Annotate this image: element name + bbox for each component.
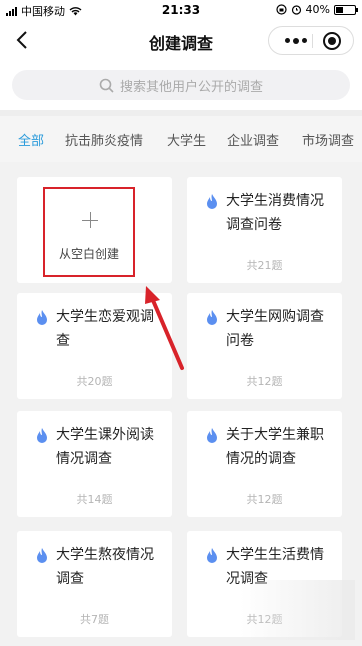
question-count: 共14题 — [76, 493, 113, 506]
status-bar: 中国移动 21:33 40% — [0, 0, 362, 20]
fire-icon — [37, 310, 47, 325]
orientation-lock-icon — [275, 4, 287, 15]
template-title: 大学生熬夜情况调查 — [56, 547, 154, 587]
fire-icon — [37, 548, 47, 563]
category-tabs: 全部 抗击肺炎疫情 大学生 企业调查 市场调查 — [0, 116, 362, 162]
more-icon[interactable] — [281, 27, 311, 54]
fire-icon — [37, 428, 47, 443]
search-placeholder: 搜索其他用户公开的调查 — [119, 79, 263, 95]
template-card[interactable]: 大学生消费情况调查问卷 共21题 — [187, 177, 342, 283]
tab-college-students[interactable]: 大学生 — [167, 130, 206, 149]
fire-icon — [207, 194, 217, 209]
search-icon — [99, 78, 114, 93]
template-card[interactable]: 大学生熬夜情况调查 共7题 — [17, 531, 172, 637]
mini-program-capsule — [268, 26, 354, 55]
question-count: 共20题 — [76, 375, 113, 388]
battery-percent: 40% — [305, 3, 330, 16]
close-mini-program-icon[interactable] — [323, 32, 341, 50]
tab-all[interactable]: 全部 — [18, 130, 44, 149]
tab-covid[interactable]: 抗击肺炎疫情 — [65, 130, 143, 149]
create-blank-label: 从空白创建 — [58, 247, 119, 261]
template-title: 大学生消费情况调查问卷 — [226, 193, 324, 233]
navigation-bar: 创建调查 — [0, 20, 362, 60]
template-title: 关于大学生兼职情况的调查 — [226, 427, 324, 467]
template-title: 大学生课外阅读情况调查 — [56, 427, 154, 467]
capsule-divider — [312, 34, 313, 48]
tab-enterprise[interactable]: 企业调查 — [227, 130, 279, 149]
template-card[interactable]: 关于大学生兼职情况的调查 共12题 — [187, 411, 342, 517]
search-area: 搜索其他用户公开的调查 — [0, 60, 362, 110]
fire-icon — [207, 310, 217, 325]
template-title: 大学生网购调查问卷 — [226, 309, 324, 349]
search-input[interactable]: 搜索其他用户公开的调查 — [12, 70, 350, 100]
question-count: 共12题 — [246, 493, 283, 506]
fire-icon — [207, 548, 217, 563]
template-card[interactable]: 大学生课外阅读情况调查 共14题 — [17, 411, 172, 517]
alarm-icon — [291, 5, 301, 15]
annotation-arrow — [145, 286, 184, 370]
create-blank-highlight: 从空白创建 — [43, 187, 135, 277]
tab-market[interactable]: 市场调查 — [302, 130, 354, 149]
battery-icon — [334, 4, 358, 15]
question-count: 共21题 — [246, 259, 283, 272]
question-count: 共7题 — [80, 613, 109, 626]
template-card[interactable]: 大学生网购调查问卷 共12题 — [187, 293, 342, 399]
question-count: 共12题 — [246, 375, 283, 388]
watermark-blur — [240, 580, 355, 640]
fire-icon — [207, 428, 217, 443]
